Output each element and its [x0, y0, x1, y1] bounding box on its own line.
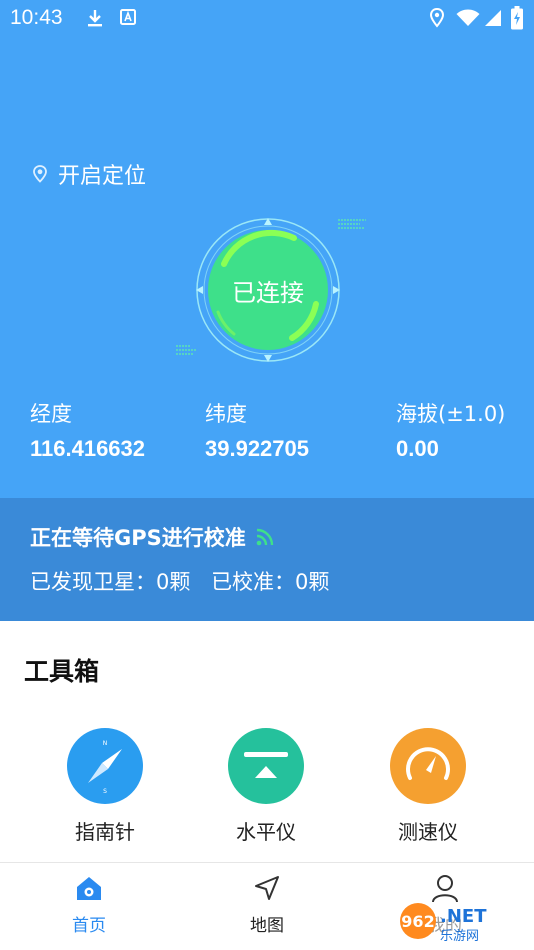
cellular-signal-icon	[485, 10, 501, 26]
latitude-block: 纬度 39.922705	[205, 398, 309, 462]
longitude-value: 116.416632	[30, 436, 146, 461]
satellites-found: 已发现卫星：0颗	[30, 570, 191, 594]
level-icon	[228, 728, 304, 804]
header-panel: 10:43 开启定位 已连接 经度 116.416632 纬度 39.92270…	[0, 0, 534, 498]
location-pin-icon	[33, 165, 47, 183]
altitude-label: 海拔(±1.0)	[396, 402, 506, 426]
latitude-value: 39.922705	[205, 436, 309, 461]
status-time: 10:43	[10, 6, 63, 29]
connection-status-label: 已连接	[232, 278, 304, 307]
compass-icon: N S	[67, 728, 143, 804]
nav-map[interactable]: 地图	[207, 873, 327, 936]
gps-title: 正在等待GPS进行校准	[30, 526, 246, 550]
battery-charging-icon	[511, 6, 523, 30]
location-toggle-label: 开启定位	[58, 164, 147, 189]
nav-home[interactable]: 首页	[29, 873, 149, 936]
satellites-calibrated: 已校准：0颗	[211, 570, 330, 594]
speedometer-icon	[390, 728, 466, 804]
site-watermark-logo: 962 .NET 乐游网	[394, 902, 534, 944]
svg-text:N: N	[103, 740, 108, 747]
tool-compass-label: 指南针	[75, 820, 135, 844]
status-bar: 10:43	[0, 0, 534, 36]
altitude-block: 海拔(±1.0) 0.00	[396, 398, 505, 462]
download-icon	[88, 10, 102, 27]
gps-counts: 已发现卫星：0颗 已校准：0颗	[30, 566, 329, 596]
tool-level-label: 水平仪	[236, 820, 296, 844]
gps-status-panel: 正在等待GPS进行校准 已发现卫星：0颗 已校准：0颗	[0, 498, 534, 621]
latitude-label: 纬度	[205, 402, 247, 426]
location-status-icon	[430, 8, 444, 28]
svg-text:乐游网: 乐游网	[440, 929, 479, 944]
tool-level[interactable]: 水平仪	[211, 728, 321, 845]
nav-map-label: 地图	[250, 916, 284, 936]
signal-icon	[256, 528, 273, 546]
tool-speedometer-label: 测速仪	[398, 820, 458, 844]
wifi-icon	[456, 9, 480, 26]
toolbox-title: 工具箱	[24, 657, 100, 686]
svg-text:.NET: .NET	[440, 906, 487, 927]
tool-compass[interactable]: N S 指南针	[50, 728, 160, 845]
gps-title-row: 正在等待GPS进行校准	[30, 522, 274, 552]
altitude-value: 0.00	[396, 436, 439, 461]
svg-text:S: S	[103, 788, 107, 795]
tool-speedometer[interactable]: 测速仪	[373, 728, 483, 845]
notification-a-icon	[120, 9, 136, 25]
navigation-icon	[255, 876, 279, 900]
longitude-block: 经度 116.416632	[30, 398, 145, 462]
home-icon	[77, 877, 101, 900]
data-stream-decoration	[338, 219, 366, 229]
longitude-label: 经度	[30, 402, 72, 426]
location-toggle[interactable]: 开启定位	[32, 158, 146, 190]
svg-text:962: 962	[401, 912, 434, 931]
nav-home-label: 首页	[72, 916, 106, 936]
